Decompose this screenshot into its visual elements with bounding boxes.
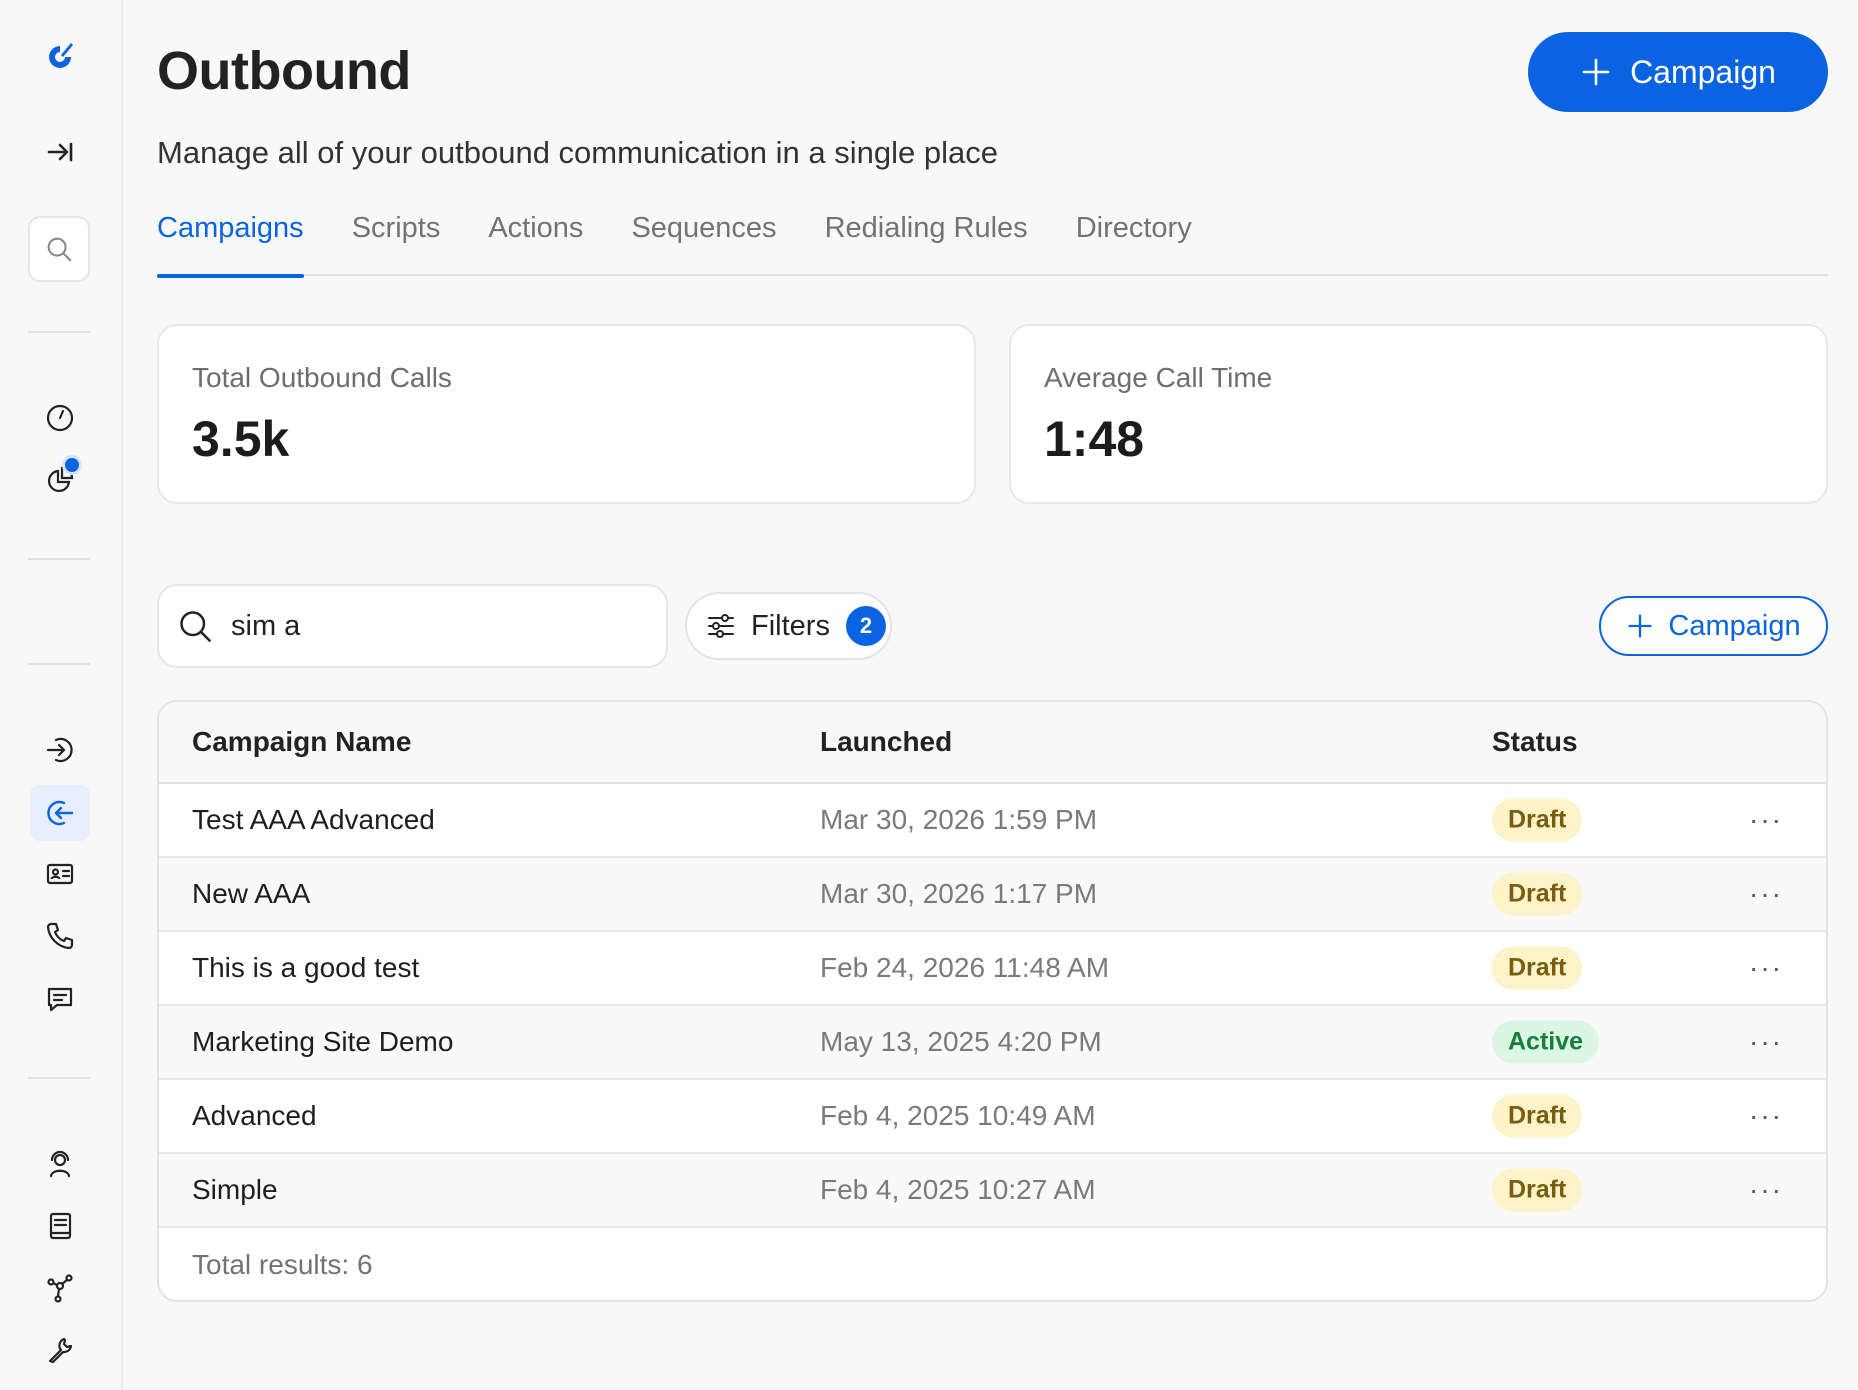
campaigns-table: Campaign Name Launched Status Test AAA A… (157, 700, 1828, 1302)
notification-dot (62, 455, 82, 475)
launched-date: May 13, 2025 4:20 PM (820, 1026, 1102, 1057)
chat-icon[interactable] (30, 971, 90, 1027)
search-input[interactable] (231, 609, 651, 643)
row-menu-icon[interactable]: ··· (1749, 1100, 1783, 1132)
column-header-status[interactable]: Status (1492, 726, 1578, 758)
stat-value: 3.5k (192, 411, 290, 467)
filters-label: Filters (751, 609, 830, 642)
status-badge: Draft (1492, 798, 1583, 842)
status-badge: Draft (1492, 872, 1583, 916)
table-footer: Total results: 6 (159, 1228, 1826, 1300)
table-row[interactable]: Simple Feb 4, 2025 10:27 AM Draft ··· (159, 1154, 1826, 1228)
campaign-name: New AAA (192, 878, 311, 909)
table-row[interactable]: This is a good test Feb 24, 2026 11:48 A… (159, 932, 1826, 1006)
campaign-name: Test AAA Advanced (192, 804, 435, 835)
plus-icon (1628, 614, 1653, 638)
create-campaign-button[interactable]: Campaign (1528, 32, 1828, 112)
tab-directory[interactable]: Directory (1076, 200, 1192, 276)
sliders-icon (708, 614, 734, 638)
status-badge: Draft (1492, 946, 1583, 990)
stat-label: Total Outbound Calls (192, 362, 452, 393)
row-menu-icon[interactable]: ··· (1749, 1026, 1783, 1058)
column-header-campaign-name[interactable]: Campaign Name (192, 726, 411, 758)
launched-date: Mar 30, 2026 1:17 PM (820, 878, 1098, 909)
status-badge: Draft (1492, 1168, 1583, 1212)
search-icon (47, 237, 72, 262)
tab-bar: Campaigns Scripts Actions Sequences Redi… (157, 200, 1828, 278)
stat-label: Average Call Time (1044, 362, 1273, 393)
row-menu-icon[interactable]: ··· (1749, 804, 1783, 836)
tab-campaigns[interactable]: Campaigns (157, 200, 304, 278)
inbound-icon[interactable] (30, 722, 90, 778)
launched-date: Feb 4, 2025 10:27 AM (820, 1174, 1096, 1205)
knowledge-book-icon[interactable] (30, 1198, 90, 1254)
tab-redialing-rules[interactable]: Redialing Rules (825, 200, 1028, 276)
row-menu-icon[interactable]: ··· (1749, 878, 1783, 910)
table-row[interactable]: New AAA Mar 30, 2026 1:17 PM Draft ··· (159, 858, 1826, 932)
launched-date: Mar 30, 2026 1:59 PM (820, 804, 1098, 835)
table-row[interactable]: Advanced Feb 4, 2025 10:49 AM Draft ··· (159, 1080, 1826, 1154)
column-header-launched[interactable]: Launched (820, 726, 952, 758)
tab-sequences[interactable]: Sequences (631, 200, 776, 276)
search-icon (180, 611, 211, 642)
filters-count-badge: 2 (845, 606, 886, 646)
tab-scripts[interactable]: Scripts (352, 200, 441, 276)
sidebar-search-button[interactable] (28, 216, 90, 282)
status-badge: Draft (1492, 1094, 1583, 1138)
row-menu-icon[interactable]: ··· (1749, 952, 1783, 984)
page-title: Outbound (157, 41, 411, 101)
plus-icon (1582, 58, 1610, 86)
campaign-name: Advanced (192, 1100, 317, 1131)
total-results: Total results: 6 (192, 1249, 373, 1280)
outbound-icon[interactable] (30, 785, 90, 841)
settings-wrench-icon[interactable] (30, 1322, 90, 1378)
campaign-name: Simple (192, 1174, 278, 1205)
main-content: Outbound Manage all of your outbound com… (157, 0, 1828, 1390)
status-badge: Active (1492, 1020, 1600, 1064)
row-menu-icon[interactable]: ··· (1749, 1174, 1783, 1206)
launched-date: Feb 24, 2026 11:48 AM (820, 952, 1110, 983)
campaign-name: Marketing Site Demo (192, 1026, 454, 1057)
add-campaign-label: Campaign (1668, 609, 1801, 642)
table-row[interactable]: Test AAA Advanced Mar 30, 2026 1:59 PM D… (159, 784, 1826, 858)
dashboard-gauge-icon[interactable] (30, 390, 90, 446)
stat-card-average-call-time: Average Call Time 1:48 (1009, 324, 1828, 504)
launched-date: Feb 4, 2025 10:49 AM (820, 1100, 1096, 1131)
table-header: Campaign Name Launched Status (159, 702, 1826, 784)
page-subtitle: Manage all of your outbound communicatio… (157, 135, 998, 170)
expand-sidebar-icon[interactable] (30, 124, 90, 180)
table-row[interactable]: Marketing Site Demo May 13, 2025 4:20 PM… (159, 1006, 1826, 1080)
integrations-icon[interactable] (30, 1260, 90, 1316)
sidebar (0, 0, 123, 1390)
stat-value: 1:48 (1044, 411, 1145, 467)
contact-card-icon[interactable] (30, 846, 90, 902)
campaign-search (157, 584, 668, 668)
stat-card-total-calls: Total Outbound Calls 3.5k (157, 324, 976, 504)
add-campaign-button[interactable]: Campaign (1599, 596, 1828, 656)
campaign-name: This is a good test (192, 952, 420, 983)
logo-icon[interactable] (30, 28, 90, 84)
filters-button[interactable]: Filters 2 (685, 592, 892, 660)
agent-icon[interactable] (30, 1136, 90, 1192)
tab-actions[interactable]: Actions (488, 200, 583, 276)
phone-icon[interactable] (30, 908, 90, 964)
create-campaign-label: Campaign (1630, 53, 1776, 90)
